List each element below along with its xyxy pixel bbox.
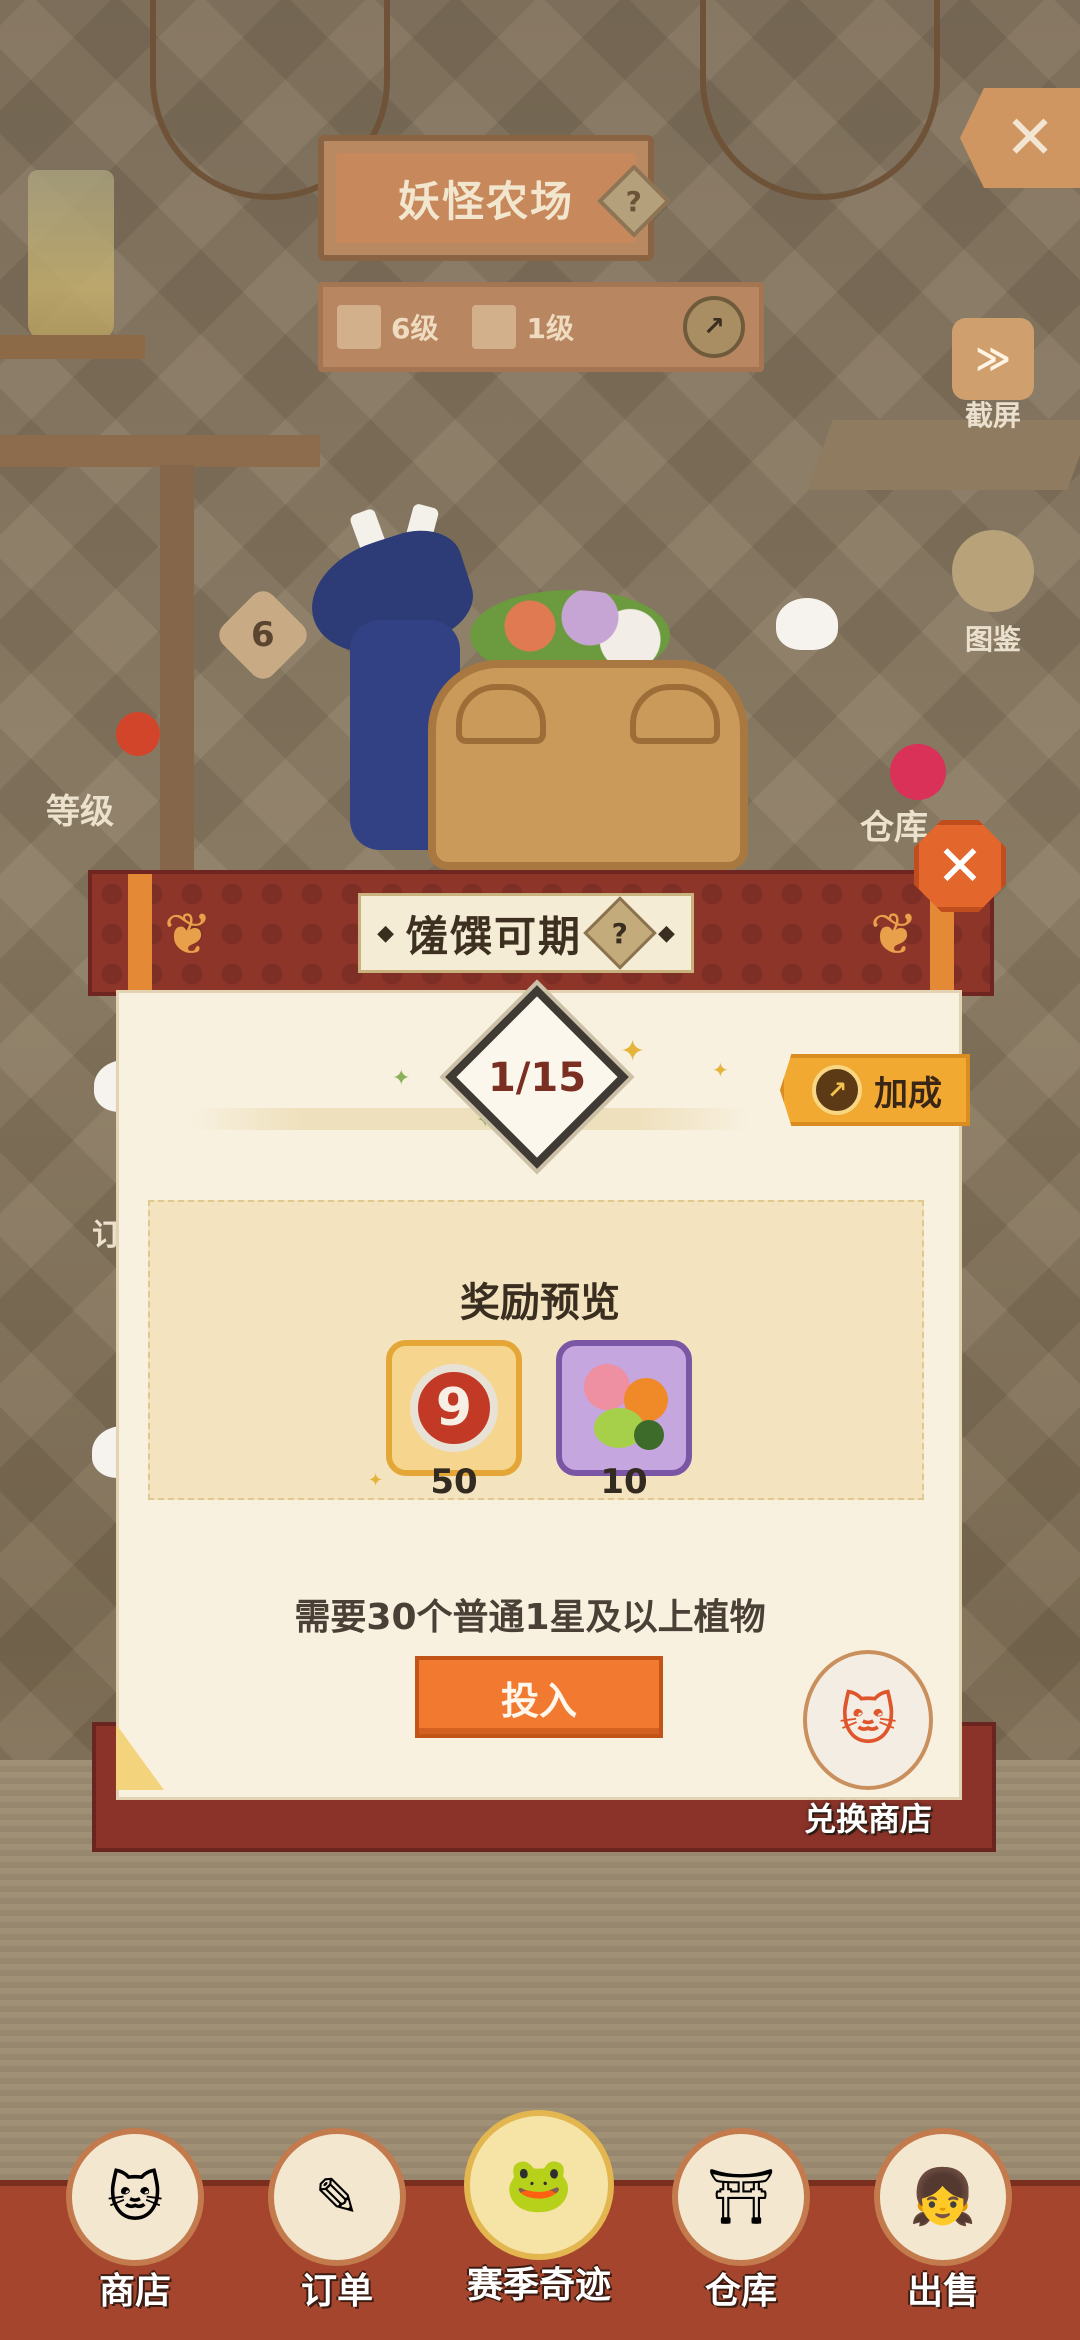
- fruit-drop[interactable]: [116, 712, 160, 756]
- nav-label: 赛季奇迹: [466, 2265, 611, 2306]
- warehouse-side-label[interactable]: 仓库: [860, 800, 928, 849]
- frog-pot: [428, 660, 748, 870]
- dish-level-icon: [472, 305, 517, 349]
- trend-icon: ↗: [703, 312, 725, 342]
- level-badge-value: 6: [251, 614, 275, 655]
- modal-title-plate: ◆ 馐馔可期 ? ◆: [358, 893, 694, 973]
- reward-count: 50: [430, 1462, 478, 1502]
- guide-icon: [952, 530, 1034, 612]
- progress-track: [190, 1108, 750, 1130]
- farm-level-b: 1级: [526, 312, 574, 345]
- fruit-drop[interactable]: [890, 744, 946, 800]
- reward-count: 10: [600, 1462, 648, 1502]
- close-icon: ✕: [1004, 103, 1056, 173]
- nav-label: 商店: [98, 2271, 171, 2312]
- lucky-cat-icon: 🐱: [803, 1650, 933, 1790]
- reward-item[interactable]: 9 50: [386, 1340, 522, 1502]
- frog-eye-right: [630, 684, 720, 744]
- seller-avatar-icon: 👧: [874, 2128, 1012, 2266]
- reward-panel: [148, 1200, 924, 1500]
- screenshot-label: 截屏: [964, 399, 1021, 432]
- frog-eye-left: [456, 684, 546, 744]
- nav-shop[interactable]: 🐱 商店: [50, 2128, 220, 2328]
- order-icon: ✎: [268, 2128, 406, 2266]
- exchange-shop-button[interactable]: 🐱 兑换商店: [786, 1650, 950, 1840]
- modal-help-button[interactable]: ?: [583, 896, 657, 970]
- torii-beam: [0, 435, 320, 467]
- wheat-icon: ❦: [163, 900, 213, 968]
- torii-post: [160, 465, 194, 885]
- screenshot-button[interactable]: ≫ 截屏: [952, 318, 1034, 434]
- level-label[interactable]: 等级: [46, 784, 114, 833]
- nav-label: 出售: [906, 2271, 979, 2312]
- sparkle-icon: ✦: [620, 1034, 646, 1069]
- level-badge[interactable]: 6: [213, 585, 313, 685]
- exchange-shop-label: 兑换商店: [803, 1800, 932, 1838]
- farm-title-board: 妖怪农场 ?: [318, 135, 671, 261]
- farm-level-a: 6级: [391, 312, 439, 345]
- close-icon: ✕: [936, 833, 984, 899]
- farm-title: 妖怪农场: [336, 153, 636, 243]
- wheat-icon: ❦: [869, 900, 919, 968]
- requirement-text: 需要30个普通1星及以上植物: [294, 1597, 766, 1638]
- nav-season[interactable]: 🐸 赛季奇迹: [454, 2110, 624, 2310]
- top-close-button[interactable]: ✕: [960, 88, 1080, 188]
- coin-nine-icon: 9: [410, 1364, 498, 1452]
- trend-icon: ↗: [812, 1065, 862, 1115]
- help-icon: ?: [611, 916, 629, 950]
- progress-count: 1/15: [487, 1055, 587, 1101]
- farm-level-bar: 6级 1级 ↗: [318, 282, 764, 372]
- shelf: [0, 335, 145, 359]
- jar-decoration: [28, 170, 114, 340]
- trend-button[interactable]: ↗: [683, 296, 745, 358]
- level-badge-icon: 6: [213, 585, 313, 685]
- screenshot-icon: ≫: [952, 318, 1034, 400]
- sparkle-icon: ✦: [368, 1470, 384, 1491]
- ghost-spirit[interactable]: [776, 598, 838, 650]
- sparkle-icon: ✦: [712, 1058, 729, 1082]
- guide-label: 图鉴: [964, 623, 1021, 656]
- nav-warehouse[interactable]: ⛩ 仓库: [656, 2128, 826, 2328]
- submit-button[interactable]: 投入: [415, 1656, 663, 1738]
- nav-label: 订单: [300, 2271, 373, 2312]
- flower-dish-icon: [574, 1358, 674, 1458]
- help-icon: ?: [625, 184, 643, 218]
- diamond-icon: ◆: [377, 920, 394, 946]
- torii-level-icon: [337, 305, 381, 349]
- sparkle-icon: ✦: [392, 1066, 411, 1091]
- reward-title: 奖励预览: [460, 1280, 620, 1326]
- nav-label: 仓库: [704, 2271, 777, 2312]
- modal-title: 馐馔可期: [405, 911, 582, 961]
- diamond-icon: ◆: [658, 920, 675, 946]
- house-roof: [807, 420, 1080, 490]
- header-post: [128, 874, 152, 1000]
- nav-sell[interactable]: 👧 出售: [858, 2128, 1028, 2328]
- guide-button[interactable]: 图鉴: [952, 530, 1034, 658]
- bonus-button[interactable]: ↗ 加成: [780, 1054, 970, 1126]
- nav-orders[interactable]: ✎ 订单: [252, 2128, 422, 2328]
- bonus-label: 加成: [874, 1073, 942, 1114]
- reward-item[interactable]: 10: [556, 1340, 692, 1502]
- lucky-cat-icon: 🐱: [66, 2128, 204, 2266]
- season-frog-icon: 🐸: [464, 2110, 614, 2260]
- warehouse-icon: ⛩: [672, 2128, 810, 2266]
